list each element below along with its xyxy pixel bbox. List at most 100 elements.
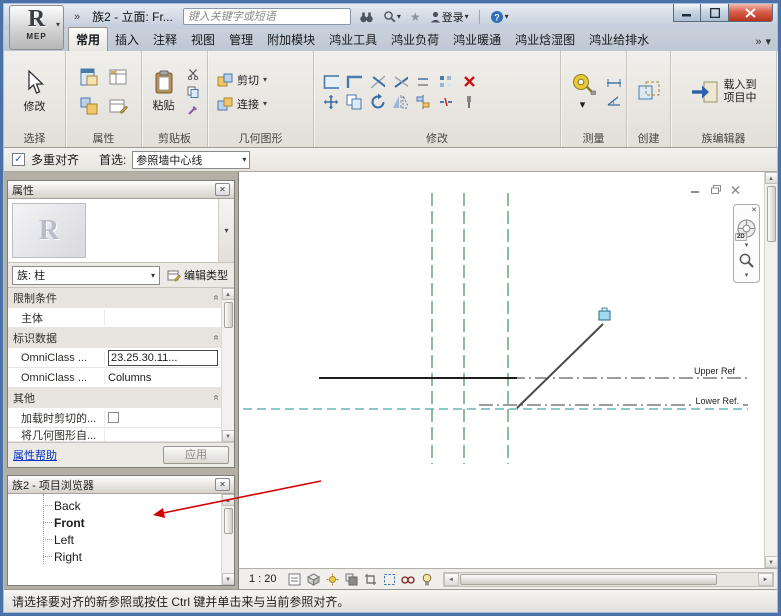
reveal-hidden-button[interactable]: [419, 571, 436, 588]
paste-button[interactable]: 粘贴: [148, 67, 180, 116]
lower-ref-label[interactable]: Lower Ref.: [694, 396, 740, 406]
delete-button[interactable]: [460, 74, 478, 90]
aligned-dimension-button[interactable]: [605, 75, 623, 91]
edit-type-button[interactable]: 编辑类型: [165, 266, 230, 284]
match-type-button[interactable]: [184, 102, 202, 118]
shadows-button[interactable]: [343, 571, 360, 588]
omniclass-title-value[interactable]: Columns: [105, 372, 221, 384]
move-button[interactable]: [322, 94, 340, 110]
tab-hongye-hvac[interactable]: 鸿业暖通: [446, 28, 508, 51]
scroll-left-icon[interactable]: ◄: [444, 573, 459, 586]
scroll-right-icon[interactable]: ►: [758, 573, 773, 586]
project-browser-header[interactable]: 族2 - 项目浏览器 ✕: [8, 476, 234, 494]
cut-when-loaded-checkbox[interactable]: [108, 412, 119, 423]
drawing-area[interactable]: Upper Ref Lower Ref. ✕ 2D ▾: [238, 172, 777, 568]
copy-to-clipboard-button[interactable]: [184, 84, 202, 100]
tab-annotate[interactable]: 注释: [146, 28, 184, 51]
corner-joint-button[interactable]: [345, 74, 363, 90]
type-properties-button[interactable]: [105, 93, 131, 119]
family-types-button[interactable]: [105, 64, 131, 90]
view-close-button[interactable]: [729, 184, 742, 195]
load-into-project-button[interactable]: 载入到 项目中: [687, 76, 761, 108]
scrollbar-thumb[interactable]: [767, 186, 776, 242]
scrollbar-thumb[interactable]: [224, 302, 233, 328]
quick-access-expand-button[interactable]: »: [70, 11, 84, 23]
application-menu-button[interactable]: R MEP ▾: [9, 5, 64, 50]
properties-help-link[interactable]: 属性帮助: [13, 447, 57, 463]
pin-button[interactable]: [460, 94, 478, 110]
scale-button[interactable]: 1 : 20: [242, 571, 284, 587]
help-button[interactable]: ? ▾: [488, 9, 511, 25]
array-button[interactable]: [437, 74, 455, 90]
sign-in-button[interactable]: 登录 ▾: [428, 8, 471, 26]
properties-header[interactable]: 属性 ✕: [8, 181, 234, 199]
offset-button[interactable]: [414, 74, 432, 90]
rotate-button[interactable]: [368, 94, 386, 110]
prefer-combobox[interactable]: 参照墙中心线 ▾: [132, 151, 250, 169]
tab-overflow-icon[interactable]: »: [755, 36, 761, 48]
project-browser-scrollbar[interactable]: ▲ ▼: [221, 494, 234, 585]
subscription-center-button[interactable]: ▾: [381, 9, 403, 24]
upper-ref-label[interactable]: Upper Ref: [693, 366, 736, 376]
tree-item-front[interactable]: Front: [8, 514, 234, 531]
steering-wheel-button[interactable]: 2D: [736, 218, 757, 239]
scroll-down-icon[interactable]: ▼: [222, 573, 235, 585]
tree-item-back[interactable]: Back: [8, 497, 234, 514]
visual-style-button[interactable]: [305, 571, 322, 588]
zoom-dropdown[interactable]: ▾: [745, 272, 749, 279]
drawing-view[interactable]: Upper Ref Lower Ref. ✕ 2D ▾: [239, 172, 764, 568]
zoom-button[interactable]: [738, 252, 755, 269]
scroll-up-icon[interactable]: ▲: [765, 172, 778, 184]
temporary-hide-button[interactable]: [400, 571, 417, 588]
tab-hongye-psychrometric[interactable]: 鸿业焓湿图: [508, 28, 582, 51]
trim-extend-single-button[interactable]: [391, 74, 409, 90]
tab-hongye-tools[interactable]: 鸿业工具: [322, 28, 384, 51]
create-group-button[interactable]: [634, 77, 664, 107]
properties-close-button[interactable]: ✕: [215, 183, 230, 196]
tab-hongye-load[interactable]: 鸿业负荷: [384, 28, 446, 51]
modify-tool-button[interactable]: 修改: [19, 67, 51, 117]
mirror-button[interactable]: [391, 94, 409, 110]
type-preview[interactable]: R ▾: [8, 199, 234, 263]
type-selector-dropdown[interactable]: ▾: [218, 199, 234, 262]
angular-dimension-button[interactable]: [605, 93, 623, 109]
tree-item-right[interactable]: Right: [8, 548, 234, 565]
tab-insert[interactable]: 插入: [108, 28, 146, 51]
scroll-down-icon[interactable]: ▼: [222, 430, 235, 442]
steering-wheel-dropdown[interactable]: ▾: [745, 242, 749, 249]
properties-palette-button[interactable]: [76, 64, 102, 90]
tab-addins[interactable]: 附加模块: [260, 28, 322, 51]
navigation-bar-close-button[interactable]: ✕: [751, 207, 757, 215]
close-button[interactable]: [729, 4, 773, 22]
section-identity-data[interactable]: 标识数据 «: [8, 328, 234, 348]
sun-path-button[interactable]: [324, 571, 341, 588]
trim-extend-corner-button[interactable]: [368, 74, 386, 90]
scrollbar-thumb[interactable]: [460, 574, 717, 585]
scrollbar-thumb[interactable]: [224, 508, 233, 534]
scroll-up-icon[interactable]: ▲: [222, 494, 235, 506]
properties-scrollbar[interactable]: ▲ ▼: [221, 288, 234, 442]
family-category-button[interactable]: [76, 93, 102, 119]
section-other[interactable]: 其他 «: [8, 388, 234, 408]
ribbon-display-toggle[interactable]: ▾: [765, 35, 771, 48]
tab-view[interactable]: 视图: [184, 28, 222, 51]
scroll-up-icon[interactable]: ▲: [222, 288, 235, 300]
project-browser-close-button[interactable]: ✕: [215, 478, 230, 491]
join-geometry-button[interactable]: 连接 ▾: [214, 94, 270, 114]
tab-manage[interactable]: 管理: [222, 28, 260, 51]
view-restore-button[interactable]: [709, 184, 722, 195]
omniclass-number-field[interactable]: 23.25.30.11...: [108, 350, 218, 366]
search-button[interactable]: [357, 10, 376, 24]
maximize-button[interactable]: [701, 4, 729, 22]
search-input[interactable]: [184, 9, 350, 24]
wall-opening-button[interactable]: [322, 74, 340, 90]
favorites-button[interactable]: ★: [408, 9, 423, 25]
family-type-combobox[interactable]: 族: 柱 ▾: [12, 266, 160, 285]
tab-hongye-plumbing[interactable]: 鸿业给排水: [582, 28, 656, 51]
detail-level-button[interactable]: [286, 571, 303, 588]
horizontal-scrollbar[interactable]: ◄ ►: [443, 572, 774, 587]
scroll-down-icon[interactable]: ▼: [765, 556, 778, 568]
section-constraints[interactable]: 限制条件 «: [8, 288, 234, 308]
vertical-scrollbar[interactable]: ▲ ▼: [764, 172, 777, 568]
copy-button[interactable]: [345, 94, 363, 110]
